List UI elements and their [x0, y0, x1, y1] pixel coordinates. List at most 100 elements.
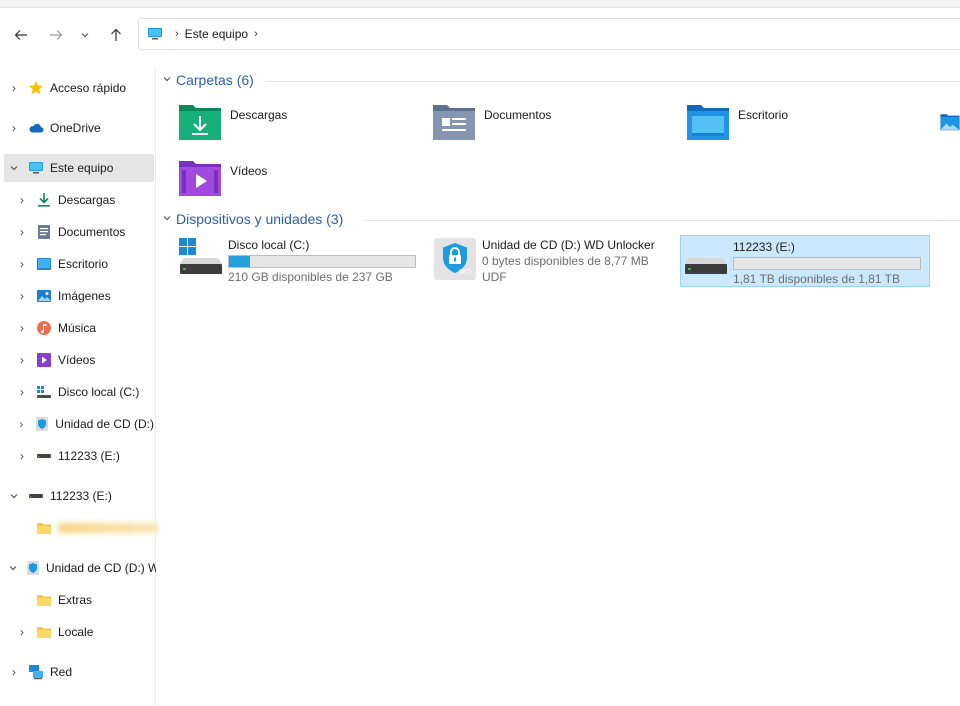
sidebar-item-label: Imágenes	[58, 289, 111, 303]
sidebar-item-label: Escritorio	[58, 257, 109, 271]
sidebar-item-label: Acceso rápido	[50, 81, 127, 95]
downloads-folder-icon	[179, 105, 221, 140]
folder-name: Escritorio	[738, 108, 789, 122]
sidebar-item-label: Disco local (C:)	[58, 385, 140, 399]
content-pane: Carpetas (6) Descargas Documentos Escrit…	[160, 68, 960, 706]
drive-icon	[683, 238, 729, 284]
collapse-chevron-icon[interactable]	[8, 562, 18, 574]
redacted-label	[58, 523, 160, 533]
document-icon	[36, 224, 52, 240]
sidebar-item-documentos[interactable]: › Documentos	[12, 218, 154, 246]
star-icon	[28, 80, 44, 96]
devices-group-header[interactable]: Dispositivos y unidades (3)	[162, 211, 343, 227]
sidebar-item-locale[interactable]: › Locale	[12, 618, 154, 646]
drive-name: Disco local (C:)	[228, 238, 310, 252]
sidebar-item-drive-e-root[interactable]: 112233 (E:)	[4, 482, 154, 510]
sidebar-item-label: Documentos	[58, 225, 126, 239]
expand-chevron-icon[interactable]: ›	[16, 385, 28, 399]
sidebar-item-label: 112233 (E:)	[50, 489, 112, 503]
folder-tile-imagenes[interactable]	[940, 102, 960, 142]
sidebar-item-redacted-folder[interactable]	[20, 514, 160, 542]
drive-free-space: 1,81 TB disponibles de 1,81 TB	[733, 272, 901, 286]
folder-tile-videos[interactable]: Vídeos	[178, 158, 418, 198]
sidebar-item-drive-e[interactable]: › 112233 (E:)	[12, 442, 154, 470]
sidebar-item-label: Extras	[58, 593, 93, 607]
desktop-icon	[36, 256, 52, 272]
sidebar-item-label: OneDrive	[50, 121, 101, 135]
drive-tile-d[interactable]: WD Unidad de CD (D:) WD Unlocker 0 bytes…	[430, 234, 680, 286]
music-icon	[36, 320, 52, 336]
folders-group-header[interactable]: Carpetas (6)	[162, 72, 254, 88]
expand-chevron-icon[interactable]: ›	[16, 289, 28, 303]
expand-chevron-icon[interactable]: ›	[16, 625, 28, 639]
sidebar-item-quick-access[interactable]: › Acceso rápido	[4, 74, 154, 102]
collapse-chevron-icon[interactable]	[162, 213, 176, 226]
sidebar-item-musica[interactable]: › Música	[12, 314, 154, 342]
recent-locations-button[interactable]	[76, 24, 94, 46]
sidebar-item-descargas[interactable]: › Descargas	[12, 186, 154, 214]
forward-arrow-icon	[50, 30, 63, 40]
collapse-chevron-icon[interactable]	[8, 490, 20, 502]
expand-chevron-icon[interactable]: ›	[16, 353, 28, 367]
sidebar-item-extras[interactable]: Extras	[20, 586, 156, 614]
folder-name: Descargas	[230, 108, 288, 122]
forward-button[interactable]	[45, 24, 67, 46]
back-button[interactable]	[10, 24, 32, 46]
drive-tile-e[interactable]: 112233 (E:) 1,81 TB disponibles de 1,81 …	[680, 235, 930, 287]
expand-chevron-icon[interactable]: ›	[8, 121, 20, 135]
folder-icon	[36, 520, 52, 536]
breadcrumb-separator-icon: ›	[175, 28, 179, 40]
folder-name: Documentos	[484, 108, 552, 122]
sidebar-item-videos[interactable]: › Vídeos	[12, 346, 154, 374]
sidebar-item-escritorio[interactable]: › Escritorio	[12, 250, 154, 278]
download-icon	[36, 192, 52, 208]
sidebar-item-this-pc[interactable]: Este equipo	[4, 154, 154, 182]
group-divider	[364, 220, 960, 221]
drive-icon	[36, 448, 52, 464]
drive-usage-fill	[229, 256, 251, 267]
cloud-icon	[28, 120, 44, 136]
collapse-chevron-icon[interactable]	[162, 74, 176, 87]
folder-name: Vídeos	[230, 164, 268, 178]
folder-tile-escritorio[interactable]: Escritorio	[686, 102, 926, 142]
breadcrumb-chevron-icon[interactable]: ›	[254, 28, 258, 40]
address-bar[interactable]: › Este equipo ›	[138, 18, 960, 50]
desktop-folder-icon	[687, 105, 729, 140]
expand-chevron-icon[interactable]: ›	[16, 321, 28, 335]
sidebar-item-cd-drive-root[interactable]: Unidad de CD (D:) WD Unlocker	[4, 554, 156, 582]
expand-chevron-icon[interactable]: ›	[16, 257, 28, 271]
sidebar-item-label: Vídeos	[58, 353, 96, 367]
expand-chevron-icon[interactable]: ›	[16, 225, 28, 239]
up-button[interactable]	[105, 24, 127, 46]
sidebar-item-label: Descargas	[58, 193, 116, 207]
sidebar-item-label: Locale	[58, 625, 94, 639]
sidebar-item-disco-local-c[interactable]: › Disco local (C:)	[12, 378, 154, 406]
folder-icon	[36, 624, 52, 640]
drive-icon	[28, 488, 44, 504]
sidebar-item-onedrive[interactable]: › OneDrive	[4, 114, 154, 142]
sidebar-item-label: Este equipo	[50, 161, 114, 175]
pictures-icon	[36, 288, 52, 304]
expand-chevron-icon[interactable]: ›	[16, 417, 27, 431]
collapse-chevron-icon[interactable]	[8, 162, 20, 174]
sidebar-item-imagenes[interactable]: › Imágenes	[12, 282, 154, 310]
drive-free-space: 210 GB disponibles de 237 GB	[228, 270, 393, 284]
videos-folder-icon	[179, 161, 221, 196]
sidebar-item-cd-drive-d[interactable]: › Unidad de CD (D:)	[12, 410, 154, 438]
wd-unlocker-icon	[35, 416, 49, 432]
expand-chevron-icon[interactable]: ›	[16, 449, 28, 463]
navigation-pane: › Acceso rápido › OneDrive Este equipo ›…	[0, 68, 160, 706]
video-icon	[36, 352, 52, 368]
expand-chevron-icon[interactable]: ›	[8, 81, 20, 95]
title-strip	[0, 0, 960, 8]
up-arrow-icon	[111, 28, 121, 41]
folder-tile-documentos[interactable]: Documentos	[432, 102, 672, 142]
sidebar-item-network[interactable]: › Red	[4, 658, 154, 686]
drive-usage-bar	[228, 255, 416, 268]
folder-tile-descargas[interactable]: Descargas	[178, 102, 418, 142]
expand-chevron-icon[interactable]: ›	[8, 665, 20, 679]
breadcrumb-este-equipo[interactable]: Este equipo	[185, 27, 248, 41]
expand-chevron-icon[interactable]: ›	[16, 193, 28, 207]
this-pc-icon	[148, 28, 162, 40]
drive-tile-c[interactable]: Disco local (C:) 210 GB disponibles de 2…	[176, 234, 426, 286]
